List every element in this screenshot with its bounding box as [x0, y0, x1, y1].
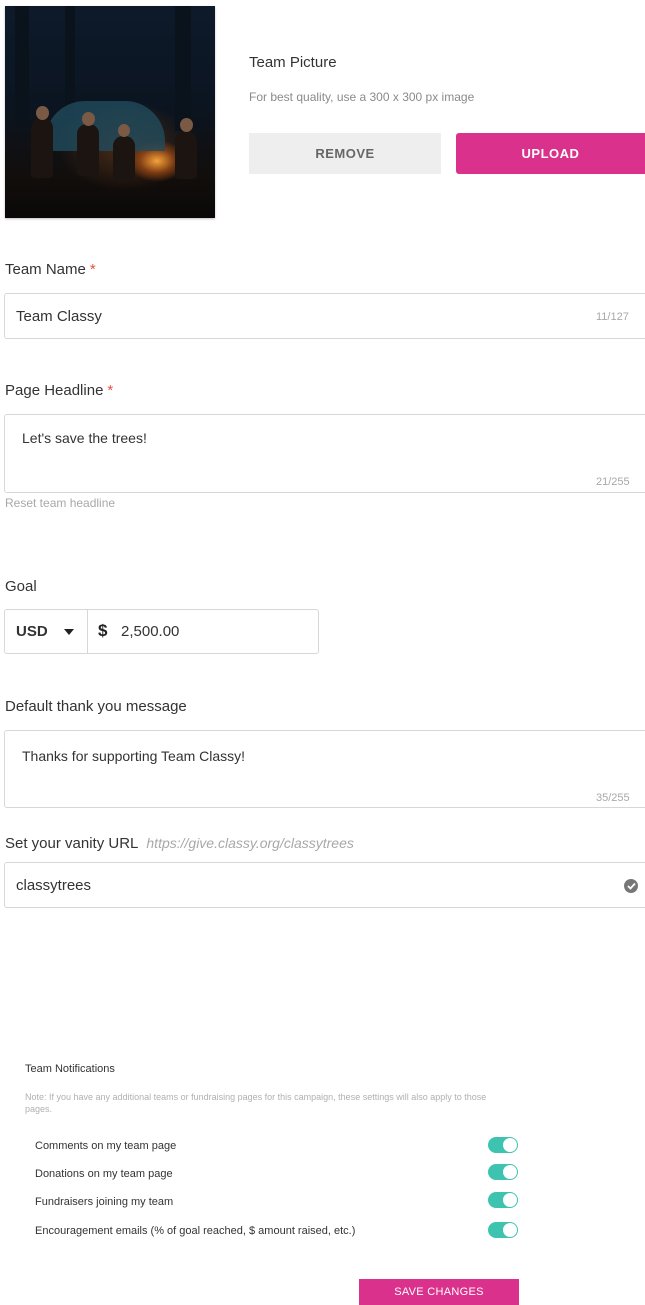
goal-amount-value: 2,500.00	[121, 623, 180, 640]
team-picture-title: Team Picture	[249, 54, 337, 71]
toggle-fundraisers[interactable]	[488, 1192, 518, 1208]
currency-value: USD	[16, 623, 48, 640]
vanity-url-input[interactable]: classytrees	[4, 862, 645, 908]
vanity-url-label: Set your vanity URL https://give.classy.o…	[5, 835, 354, 852]
notifications-note: Note: If you have any additional teams o…	[25, 1092, 487, 1114]
page-headline-label: Page Headline *	[5, 382, 113, 399]
team-name-value: Team Classy	[16, 308, 102, 325]
notification-label-encouragement: Encouragement emails (% of goal reached,…	[35, 1225, 356, 1237]
page-headline-value: Let's save the trees!	[22, 430, 147, 446]
notification-label-donations: Donations on my team page	[35, 1168, 173, 1180]
vanity-url-base: https://give.classy.org/classytrees	[146, 835, 354, 851]
page-headline-counter: 21/255	[596, 476, 630, 488]
team-name-label: Team Name *	[5, 261, 96, 278]
notifications-title: Team Notifications	[25, 1063, 115, 1075]
team-name-input[interactable]: Team Classy 11/127	[4, 293, 645, 339]
notification-label-comments: Comments on my team page	[35, 1140, 177, 1152]
page-headline-textarea[interactable]: Let's save the trees! 21/255	[4, 414, 645, 493]
save-changes-button[interactable]: SAVE CHANGES	[359, 1279, 519, 1305]
team-name-label-text: Team Name	[5, 261, 86, 278]
required-mark: *	[89, 261, 96, 278]
team-photo	[5, 6, 215, 218]
team-picture-hint: For best quality, use a 300 x 300 px ima…	[249, 90, 475, 104]
thank-you-counter: 35/255	[596, 792, 630, 804]
vanity-url-value: classytrees	[16, 877, 92, 894]
thank-you-textarea[interactable]: Thanks for supporting Team Classy! 35/25…	[4, 730, 645, 808]
toggle-comments[interactable]	[488, 1137, 518, 1153]
goal-label: Goal	[5, 578, 37, 595]
notification-label-fundraisers: Fundraisers joining my team	[35, 1196, 174, 1208]
reset-headline-link[interactable]: Reset team headline	[5, 496, 115, 510]
team-name-counter: 11/127	[596, 311, 629, 323]
required-mark: *	[107, 382, 114, 399]
upload-picture-button[interactable]: UPLOAD	[456, 133, 645, 174]
remove-picture-button[interactable]: REMOVE	[249, 133, 441, 174]
thank-you-label: Default thank you message	[5, 698, 187, 715]
toggle-donations[interactable]	[488, 1164, 518, 1180]
page-headline-label-text: Page Headline	[5, 382, 104, 399]
thank-you-value: Thanks for supporting Team Classy!	[22, 748, 246, 764]
check-circle-icon	[624, 879, 638, 893]
dollar-icon: $	[98, 621, 108, 640]
chevron-down-icon	[64, 629, 74, 635]
vanity-url-label-text: Set your vanity URL	[5, 835, 139, 852]
toggle-encouragement[interactable]	[488, 1222, 518, 1238]
